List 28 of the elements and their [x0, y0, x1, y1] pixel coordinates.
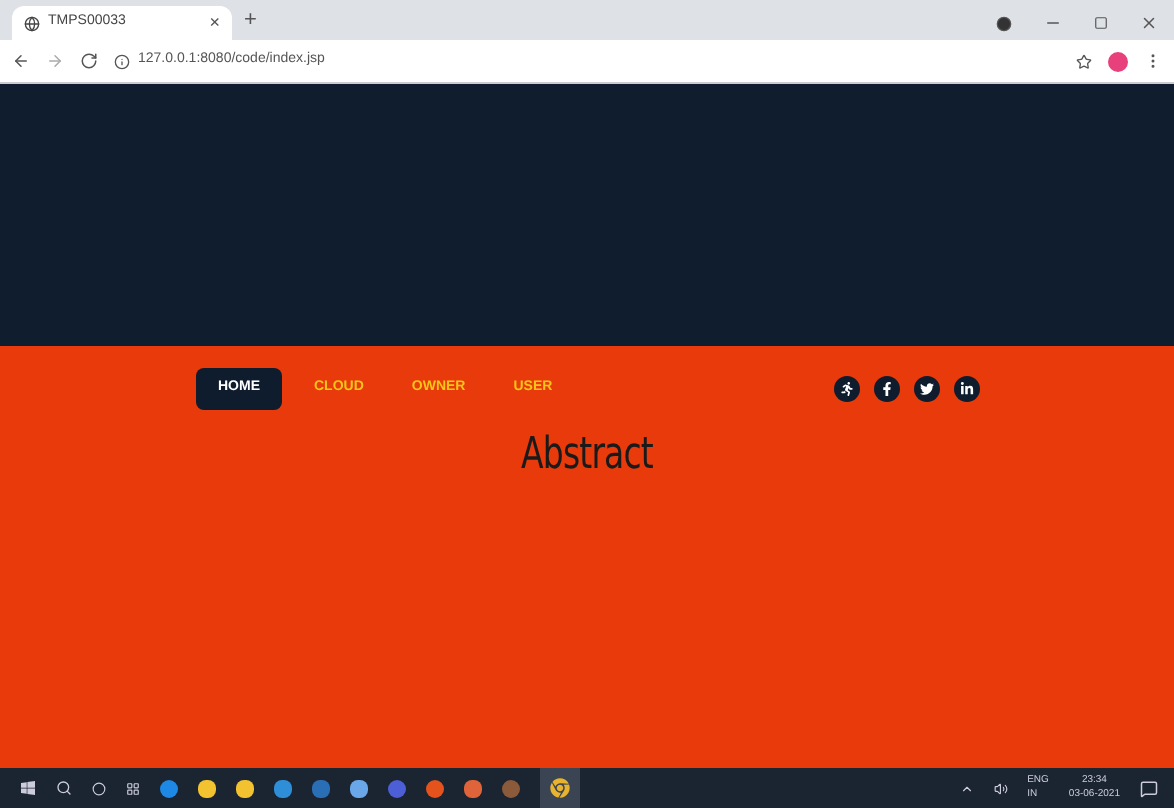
page-heading: Abstract: [519, 428, 655, 484]
chevron-up-icon[interactable]: [959, 781, 974, 795]
profile-icon[interactable]: [996, 15, 1012, 31]
app-icon[interactable]: [426, 779, 444, 797]
runner-icon[interactable]: [834, 376, 860, 402]
maximize-icon[interactable]: [1094, 16, 1108, 30]
facebook-icon[interactable]: [874, 376, 900, 402]
app-icon[interactable]: [502, 779, 520, 797]
avatar[interactable]: [1108, 51, 1128, 71]
browser-icon: [550, 778, 570, 798]
back-icon[interactable]: [12, 52, 30, 70]
reload-icon[interactable]: [80, 52, 98, 70]
cortana-icon[interactable]: [92, 781, 106, 795]
app-icon[interactable]: [388, 779, 406, 797]
star-icon[interactable]: [1076, 53, 1092, 69]
info-icon: [114, 53, 130, 69]
linkedin-icon[interactable]: [954, 376, 980, 402]
start-icon[interactable]: [20, 780, 36, 796]
notification-icon[interactable]: [1140, 779, 1158, 797]
task-view-icon[interactable]: [126, 781, 140, 795]
speaker-icon[interactable]: [993, 781, 1008, 795]
close-tab-button[interactable]: ×: [209, 9, 220, 37]
app-icon[interactable]: [312, 779, 330, 797]
chrome-taskbar-button[interactable]: [540, 768, 580, 808]
new-tab-button[interactable]: +: [244, 3, 257, 36]
search-icon[interactable]: [56, 780, 72, 796]
twitter-icon[interactable]: [914, 376, 940, 402]
close-icon[interactable]: [1140, 14, 1158, 32]
